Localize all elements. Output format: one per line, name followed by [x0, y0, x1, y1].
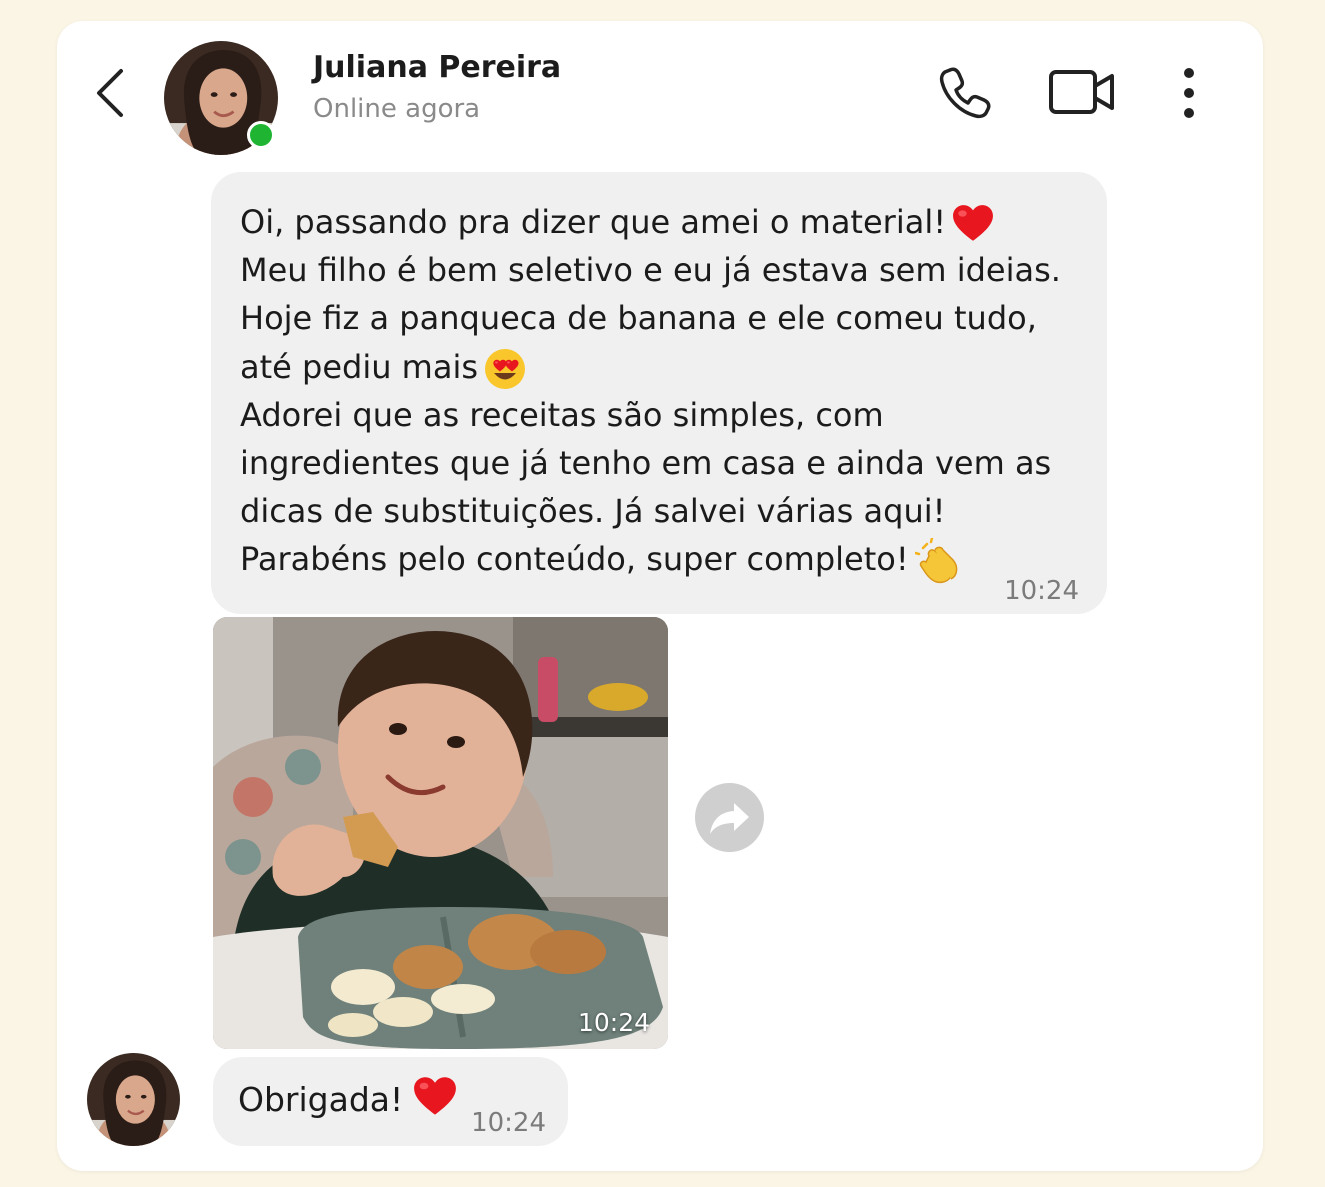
message-line: ingredientes que já tenho em casa e aind…: [240, 444, 1052, 483]
message-line: Meu filho é bem seletivo e eu já estava …: [240, 251, 1061, 290]
baby-eating-photo: [213, 617, 668, 1049]
more-options-button[interactable]: [1176, 66, 1202, 120]
message-line: Adorei que as receitas são simples, com: [240, 395, 884, 434]
red-heart-emoji: [952, 205, 994, 243]
message-line: Oi, passando pra dizer que amei o materi…: [240, 203, 947, 241]
message-time: 10:24: [471, 1108, 546, 1138]
avatar[interactable]: [87, 1053, 180, 1146]
red-heart-emoji: [413, 1077, 457, 1117]
message-line: Parabéns pelo conteúdo, super completo!: [240, 540, 909, 579]
message-text: Oi, passando pra dizer que amei o materi…: [240, 198, 1090, 584]
video-call-button[interactable]: [1048, 68, 1116, 116]
call-button[interactable]: [938, 64, 994, 120]
phone-icon: [939, 67, 991, 119]
message-line: até pediu mais: [240, 347, 479, 386]
share-arrow-icon: [710, 803, 749, 834]
back-button[interactable]: [92, 66, 132, 120]
message-line: Hoje fiz a panqueca de banana e ele come…: [240, 299, 1037, 338]
contact-status: Online agora: [313, 94, 481, 124]
photo-message[interactable]: 10:24: [213, 617, 668, 1049]
clapping-hands-emoji: [914, 538, 958, 584]
chevron-left-icon: [97, 69, 123, 117]
message-bubble[interactable]: Obrigada! 10:24: [213, 1057, 568, 1146]
online-indicator: [247, 121, 275, 149]
contact-photo: [87, 1053, 180, 1146]
message-text: Obrigada!: [238, 1077, 457, 1119]
message-bubble[interactable]: Oi, passando pra dizer que amei o materi…: [211, 172, 1107, 614]
video-camera-icon: [1049, 70, 1114, 114]
message-line: dicas de substituições. Já salvei várias…: [240, 492, 946, 531]
message-line: Obrigada!: [238, 1080, 404, 1119]
contact-name[interactable]: Juliana Pereira: [313, 50, 561, 85]
share-button[interactable]: [695, 783, 764, 852]
more-vertical-icon: [1184, 68, 1194, 118]
photo-time: 10:24: [577, 1008, 650, 1037]
heart-eyes-emoji: [485, 348, 526, 389]
message-time: 10:24: [1004, 576, 1079, 606]
